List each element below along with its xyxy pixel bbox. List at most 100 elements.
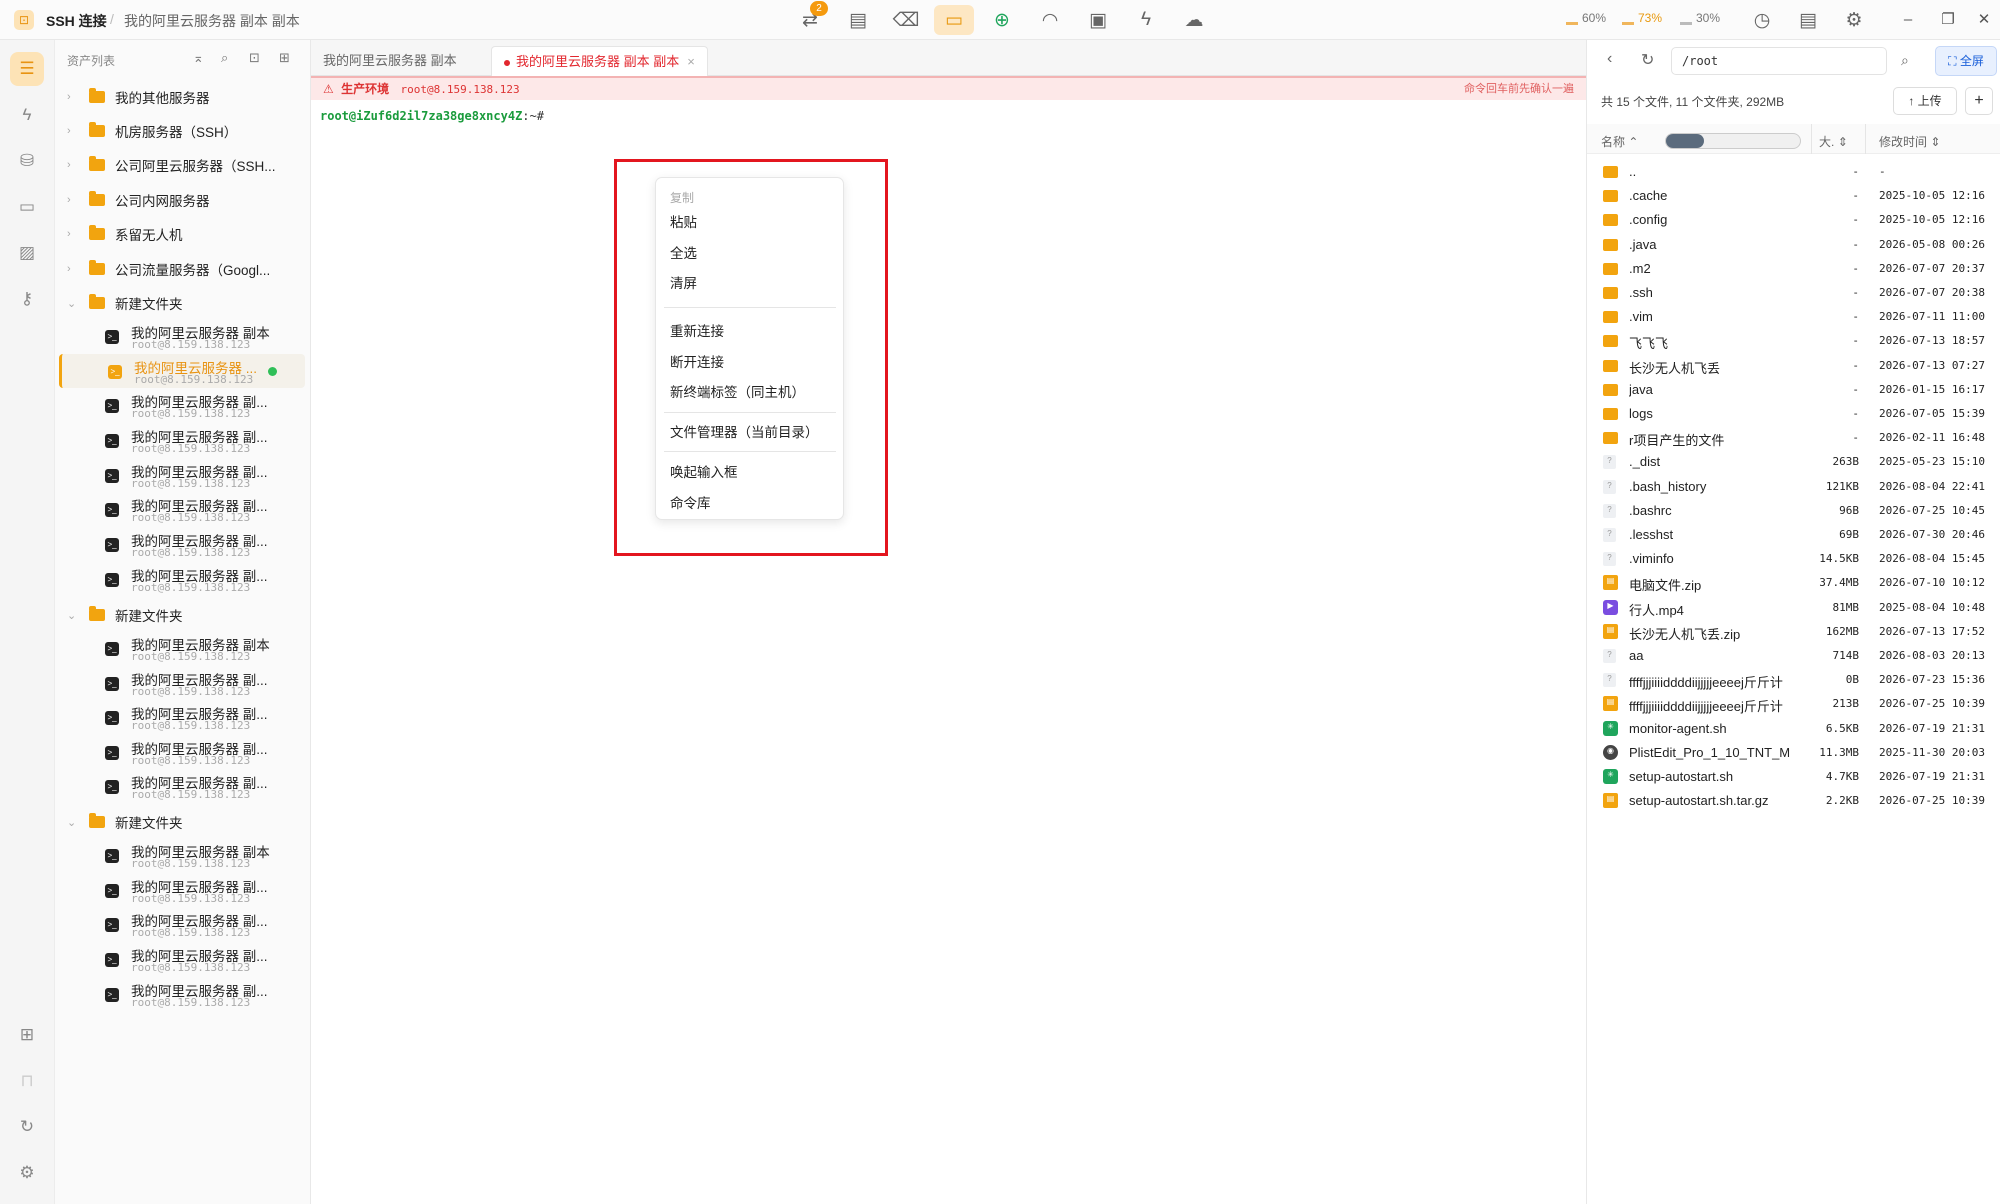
host-item[interactable]: >_ 我的阿里云服务器 副... root@8.159.138.123 (59, 873, 305, 907)
host-item[interactable]: >_ 我的阿里云服务器 副... root@8.159.138.123 (59, 666, 305, 700)
host-item[interactable]: >_ 我的阿里云服务器 副... root@8.159.138.123 (59, 907, 305, 941)
folder-row[interactable]: 飞飞飞 - 2026-07-13 18:57 (1587, 329, 2000, 353)
file-row[interactable]: ? .bash_history 121KB 2026-08-04 22:41 (1587, 475, 2000, 499)
folder-row[interactable]: .vim - 2026-07-11 11:00 (1587, 305, 2000, 329)
folder-item[interactable]: › 我的其他服务器 (55, 82, 310, 112)
menu-copy[interactable]: 复制 (670, 189, 694, 206)
host-item[interactable]: >_ 我的阿里云服务器 副本 root@8.159.138.123 (59, 838, 305, 872)
host-item[interactable]: >_ 我的阿里云服务器 副... root@8.159.138.123 (59, 977, 305, 1011)
file-row[interactable]: ? .viminfo 14.5KB 2026-08-04 15:45 (1587, 547, 2000, 571)
rail-apps[interactable]: ⊞ (10, 1018, 44, 1052)
close-window-button[interactable]: ✕ (1974, 10, 1994, 30)
file-row[interactable]: ? ffffjjjiiiiddddiijjjjjeeeej斤斤计 0B 2026-07… (1587, 668, 2000, 692)
menu-new-terminal-tab[interactable]: 新终端标签（同主机） (670, 381, 805, 401)
monitor-button[interactable]: ◠ (1030, 5, 1070, 35)
terminal-button[interactable]: ▣ (1078, 5, 1118, 35)
close-tab-icon[interactable]: × (687, 54, 695, 69)
upload-cloud-button[interactable]: ☁ (1174, 5, 1214, 35)
host-item[interactable]: >_ 我的阿里云服务器 副... root@8.159.138.123 (59, 423, 305, 457)
file-row[interactable]: ▶ 行人.mp4 81MB 2025-08-04 10:48 (1587, 596, 2000, 620)
folder-row[interactable]: 长沙无人机飞丢 - 2026-07-13 07:27 (1587, 354, 2000, 378)
file-row[interactable]: ✳ monitor-agent.sh 6.5KB 2026-07-19 21:31 (1587, 717, 2000, 741)
folder-item[interactable]: ⌄ 新建文件夹 (55, 288, 310, 318)
folder-item[interactable]: › 机房服务器（SSH） (55, 116, 310, 146)
rail-database[interactable]: ⛁ (10, 144, 44, 178)
host-item[interactable]: >_ 我的阿里云服务器 副... root@8.159.138.123 (59, 562, 305, 596)
folder-item[interactable]: › 系留无人机 (55, 219, 310, 249)
menu-select-all[interactable]: 全选 (670, 242, 697, 262)
path-input[interactable]: /root (1671, 47, 1887, 75)
file-row[interactable]: ▤ 长沙无人机飞丢.zip 162MB 2026-07-13 17:52 (1587, 620, 2000, 644)
collapse-all-icon[interactable]: ⌅ (193, 50, 204, 66)
restore-button[interactable]: ❐ (1938, 10, 1958, 30)
menu-clear-screen[interactable]: 清屏 (670, 272, 697, 292)
rail-servers[interactable]: ☰ (10, 52, 44, 86)
folder-item[interactable]: ⌄ 新建文件夹 (55, 600, 310, 630)
folder-row[interactable]: .ssh - 2026-07-07 20:38 (1587, 281, 2000, 305)
add-folder-icon[interactable]: ⊞ (279, 50, 290, 66)
folder-row[interactable]: logs - 2026-07-05 15:39 (1587, 402, 2000, 426)
folder-item[interactable]: › 公司阿里云服务器（SSH... (55, 150, 310, 180)
file-row[interactable]: ◉ PlistEdit_Pro_1_10_TNT_M 11.3MB 2025-11-3… (1587, 741, 2000, 765)
host-item[interactable]: >_ 我的阿里云服务器 副... root@8.159.138.123 (59, 735, 305, 769)
view-toggle[interactable] (1665, 133, 1801, 149)
transfer-tasks-button[interactable]: ⇄ 2 (790, 1, 830, 35)
refresh-icon[interactable]: ↻ (1641, 50, 1654, 70)
menu-file-manager[interactable]: 文件管理器（当前目录） (670, 421, 819, 441)
download-button[interactable]: ⊕ (982, 5, 1022, 35)
folder-row[interactable]: r项目产生的文件 - 2026-02-11 16:48 (1587, 426, 2000, 450)
file-row[interactable]: ▤ 电脑文件.zip 37.4MB 2026-07-10 10:12 (1587, 571, 2000, 595)
host-item[interactable]: >_ 我的阿里云服务器 副... root@8.159.138.123 (59, 527, 305, 561)
folder-item[interactable]: ⌄ 新建文件夹 (55, 807, 310, 837)
folder-row[interactable]: .m2 - 2026-07-07 20:37 (1587, 257, 2000, 281)
quick-command-button[interactable]: ϟ (1126, 5, 1166, 35)
host-item-selected[interactable]: >_ 我的阿里云服务器 ... root@8.159.138.123 (59, 354, 305, 388)
history-button[interactable]: ◷ (1742, 5, 1782, 35)
folder-item[interactable]: › 公司流量服务器（Googl... (55, 254, 310, 284)
file-row[interactable]: ▤ ffffjjjiiiiddddiijjjjjeeeej斤斤计 213B 2026-… (1587, 692, 2000, 716)
settings-button[interactable]: ⚙ (1834, 5, 1874, 35)
file-row[interactable]: ? aa 714B 2026-08-03 20:13 (1587, 644, 2000, 668)
host-item[interactable]: >_ 我的阿里云服务器 副... root@8.159.138.123 (59, 942, 305, 976)
tab-session[interactable]: 我的阿里云服务器 副本 (311, 46, 469, 76)
tab-session-active[interactable]: 我的阿里云服务器 副本 副本 × (491, 46, 708, 76)
file-row[interactable]: ? .bashrc 96B 2026-07-25 10:45 (1587, 499, 2000, 523)
folder-row[interactable]: .config - 2025-10-05 12:16 (1587, 208, 2000, 232)
host-item[interactable]: >_ 我的阿里云服务器 副... root@8.159.138.123 (59, 458, 305, 492)
file-manager-button[interactable]: ▭ (934, 5, 974, 35)
search-icon[interactable]: ⌕ (1901, 52, 1909, 69)
menu-reconnect[interactable]: 重新连接 (670, 320, 724, 340)
terminal-prompt[interactable]: root@iZuf6d2il7za38ge8xncy4Z:~# (320, 109, 544, 123)
search-icon[interactable]: ⌕ (221, 50, 228, 66)
rail-quick-commands[interactable]: ϟ (10, 98, 44, 132)
file-row[interactable]: ? ._dist 263B 2025-05-23 15:10 (1587, 450, 2000, 474)
back-icon[interactable]: ‹ (1607, 50, 1612, 68)
file-row[interactable]: ▤ setup-autostart.sh.tar.gz 2.2KB 2026-07-2… (1587, 789, 2000, 813)
add-host-icon[interactable]: ⊡ (249, 50, 260, 66)
menu-paste[interactable]: 粘贴 (670, 211, 697, 231)
rail-images[interactable]: ▨ (10, 236, 44, 270)
host-item[interactable]: >_ 我的阿里云服务器 副... root@8.159.138.123 (59, 700, 305, 734)
column-size[interactable]: 大. ⇕ (1819, 133, 1848, 150)
minimize-button[interactable]: – (1898, 10, 1918, 30)
upload-button[interactable]: ↑ 上传 (1893, 87, 1957, 115)
host-item[interactable]: >_ 我的阿里云服务器 副... root@8.159.138.123 (59, 769, 305, 803)
notes-button[interactable]: ▤ (838, 5, 878, 35)
layout-button[interactable]: ▤ (1788, 5, 1828, 35)
eraser-button[interactable]: ⌫ (886, 5, 926, 35)
host-item[interactable]: >_ 我的阿里云服务器 副... root@8.159.138.123 (59, 492, 305, 526)
folder-row[interactable]: .cache - 2025-10-05 12:16 (1587, 184, 2000, 208)
folder-row[interactable]: java - 2026-01-15 16:17 (1587, 378, 2000, 402)
fullscreen-button[interactable]: ⛶ 全屏 (1935, 46, 1997, 76)
host-item[interactable]: >_ 我的阿里云服务器 副本 root@8.159.138.123 (59, 631, 305, 665)
folder-item[interactable]: › 公司内网服务器 (55, 185, 310, 215)
host-item[interactable]: >_ 我的阿里云服务器 副本 root@8.159.138.123 (59, 319, 305, 353)
menu-open-input[interactable]: 唤起输入框 (670, 461, 738, 481)
file-row[interactable]: ? .lesshst 69B 2026-07-30 20:46 (1587, 523, 2000, 547)
file-row[interactable]: ✳ setup-autostart.sh 4.7KB 2026-07-19 21:31 (1587, 765, 2000, 789)
column-modified[interactable]: 修改时间 ⇕ (1879, 133, 1940, 150)
rail-settings[interactable]: ⚙ (10, 1156, 44, 1190)
rail-lock[interactable]: ⊓ (10, 1064, 44, 1098)
rail-sync[interactable]: ↻ (10, 1110, 44, 1144)
add-button[interactable]: + (1965, 87, 1993, 115)
